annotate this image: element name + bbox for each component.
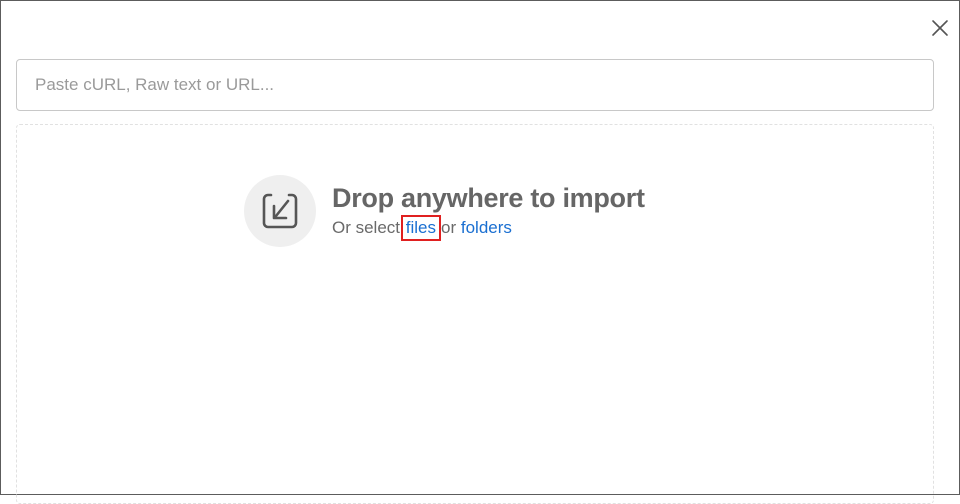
subtitle-middle: or [441, 217, 457, 237]
drop-content: Drop anywhere to import Or select files o… [244, 175, 645, 247]
select-files-link[interactable]: files [400, 214, 441, 241]
drop-text: Drop anywhere to import Or select files o… [332, 182, 645, 241]
drop-subtitle: Or select files or folders [332, 214, 645, 241]
drop-title: Drop anywhere to import [332, 182, 645, 213]
import-icon-circle [244, 175, 316, 247]
select-folders-link[interactable]: folders [461, 218, 512, 237]
close-icon [932, 20, 948, 36]
close-button[interactable] [927, 15, 953, 41]
subtitle-prefix: Or select [332, 217, 401, 237]
import-dialog: Drop anywhere to import Or select fileso… [0, 0, 960, 504]
import-icon [262, 193, 298, 229]
import-url-input[interactable] [16, 59, 934, 111]
